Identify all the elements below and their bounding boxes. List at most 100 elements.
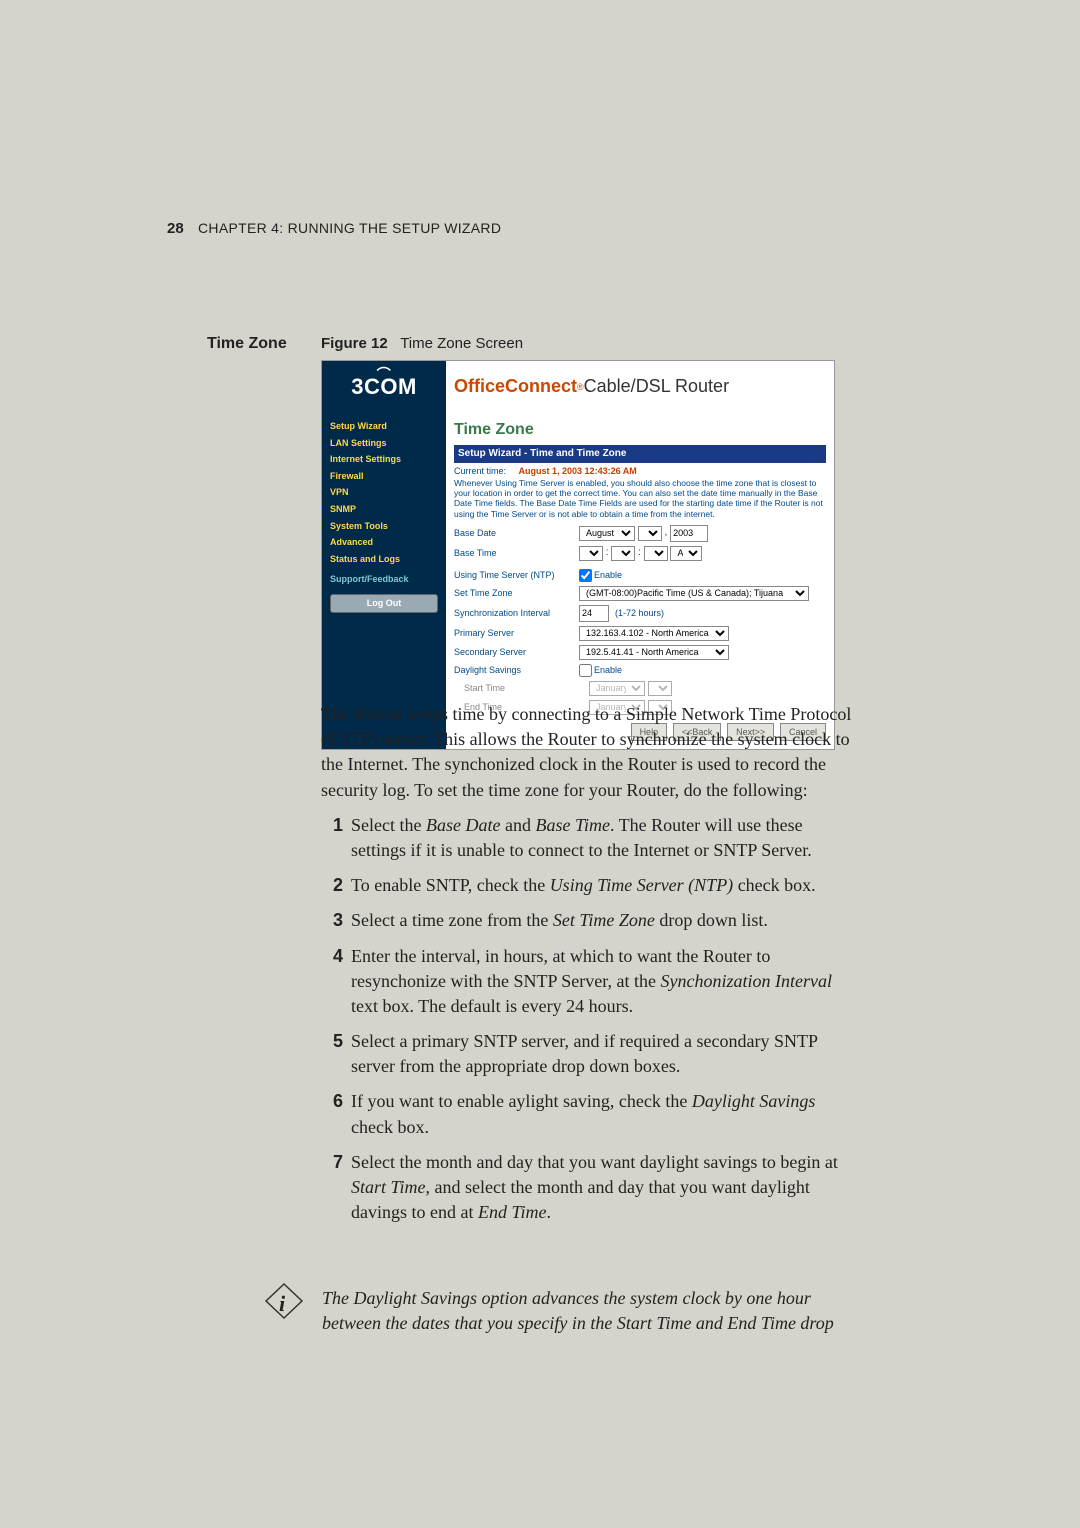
screenshot-header: ⌒ 3COM OfficeConnect® Cable/DSL Router xyxy=(322,361,834,413)
base-date-month-select[interactable]: August xyxy=(579,526,635,541)
dst-row: Daylight Savings Enable xyxy=(454,662,826,679)
step-3-number: 3 xyxy=(321,908,351,933)
info-text: Whenever Using Time Server is enabled, y… xyxy=(454,478,826,523)
base-date-year-input[interactable] xyxy=(670,525,708,542)
base-time-label: Base Time xyxy=(454,547,579,560)
dst-start-day-select[interactable]: 1 xyxy=(648,681,672,696)
step-4-text: Enter the interval, in hours, at which t… xyxy=(351,944,861,1020)
screenshot-figure: ⌒ 3COM OfficeConnect® Cable/DSL Router S… xyxy=(321,360,835,750)
info-icon: i xyxy=(262,1286,302,1317)
sidebar-item-internet-settings[interactable]: Internet Settings xyxy=(322,451,446,468)
step-6: 6 If you want to enable aylight saving, … xyxy=(321,1089,861,1139)
dst-start-row: Start Time January 1 xyxy=(454,679,826,698)
intro-paragraph: The Router keeps time by connecting to a… xyxy=(321,702,861,803)
step-4-number: 4 xyxy=(321,944,351,1020)
base-time-h-select[interactable]: 12 xyxy=(579,546,603,561)
dst-enable-checkbox[interactable] xyxy=(579,664,592,677)
sidebar-nav: Setup Wizard LAN Settings Internet Setti… xyxy=(322,413,446,749)
step-5-text: Select a primary SNTP server, and if req… xyxy=(351,1029,861,1079)
swoosh-icon: ⌒ xyxy=(377,365,392,385)
info-note-text: The Daylight Savings option advances the… xyxy=(302,1286,862,1336)
sync-row: Synchronization Interval (1-72 hours) xyxy=(454,603,826,624)
timezone-row: Set Time Zone (GMT-08:00)Pacific Time (U… xyxy=(454,584,826,603)
figure-label: Figure 12 xyxy=(321,335,388,352)
timezone-select[interactable]: (GMT-08:00)Pacific Time (US & Canada); T… xyxy=(579,586,809,601)
comma: , xyxy=(662,526,670,540)
colon2: : xyxy=(635,546,643,560)
logo-3com: ⌒ 3COM xyxy=(322,361,446,413)
step-5-number: 5 xyxy=(321,1029,351,1079)
dst-label: Daylight Savings xyxy=(454,664,579,677)
step-2: 2 To enable SNTP, check the Using Time S… xyxy=(321,873,861,898)
info-note-block: i The Daylight Savings option advances t… xyxy=(262,1286,862,1336)
logout-button[interactable]: Log Out xyxy=(330,594,438,613)
main-panel: Time Zone Setup Wizard - Time and Time Z… xyxy=(446,413,834,749)
sidebar-item-setup-wizard[interactable]: Setup Wizard xyxy=(322,418,446,435)
sidebar-item-advanced[interactable]: Advanced xyxy=(322,534,446,551)
step-6-number: 6 xyxy=(321,1089,351,1139)
current-time-label: Current time: xyxy=(454,466,506,476)
timezone-label: Set Time Zone xyxy=(454,587,579,600)
step-3-text: Select a time zone from the Set Time Zon… xyxy=(351,908,861,933)
sync-hint: (1-72 hours) xyxy=(609,607,664,620)
step-7-number: 7 xyxy=(321,1150,351,1226)
sidebar-item-snmp[interactable]: SNMP xyxy=(322,501,446,518)
base-date-row: Base Date August 1 , xyxy=(454,523,826,544)
colon1: : xyxy=(603,546,611,560)
brand-bold: OfficeConnect xyxy=(454,374,577,399)
step-5: 5 Select a primary SNTP server, and if r… xyxy=(321,1029,861,1079)
brand-title: OfficeConnect® Cable/DSL Router xyxy=(446,361,834,413)
figure-title-text: Time Zone Screen xyxy=(400,335,523,352)
brand-reg: ® xyxy=(577,381,584,394)
wizard-step-bar: Setup Wizard - Time and Time Zone xyxy=(454,445,826,463)
secondary-server-label: Secondary Server xyxy=(454,646,579,659)
base-time-m-select[interactable]: 00 xyxy=(611,546,635,561)
dst-enable-text: Enable xyxy=(592,664,622,677)
sidebar-item-system-tools[interactable]: System Tools xyxy=(322,518,446,535)
secondary-server-row: Secondary Server 192.5.41.41 - North Ame… xyxy=(454,643,826,662)
current-time-row: Current time: August 1, 2003 12:43:26 AM xyxy=(454,463,826,478)
base-time-row: Base Time 12 : 00 : 00 AM xyxy=(454,544,826,563)
ntp-label: Using Time Server (NTP) xyxy=(454,569,579,582)
sync-label: Synchronization Interval xyxy=(454,607,579,620)
step-3: 3 Select a time zone from the Set Time Z… xyxy=(321,908,861,933)
primary-server-label: Primary Server xyxy=(454,627,579,640)
body-text: The Router keeps time by connecting to a… xyxy=(321,702,861,1225)
panel-title: Time Zone xyxy=(454,419,826,441)
screenshot-body: Setup Wizard LAN Settings Internet Setti… xyxy=(322,413,834,749)
figure-title xyxy=(392,335,400,352)
brand-rest: Cable/DSL Router xyxy=(584,374,729,399)
chapter-header-text: CHAPTER 4: RUNNING THE SETUP WIZARD xyxy=(198,220,501,236)
sidebar-item-firewall[interactable]: Firewall xyxy=(322,468,446,485)
base-time-s-select[interactable]: 00 xyxy=(644,546,668,561)
step-2-number: 2 xyxy=(321,873,351,898)
step-6-text: If you want to enable aylight saving, ch… xyxy=(351,1089,861,1139)
sync-interval-input[interactable] xyxy=(579,605,609,622)
step-2-text: To enable SNTP, check the Using Time Ser… xyxy=(351,873,861,898)
dst-start-label: Start Time xyxy=(454,682,589,695)
step-7: 7 Select the month and day that you want… xyxy=(321,1150,861,1226)
primary-server-row: Primary Server 132.163.4.102 - North Ame… xyxy=(454,624,826,643)
ntp-enable-checkbox[interactable] xyxy=(579,569,592,582)
primary-server-select[interactable]: 132.163.4.102 - North America xyxy=(579,626,729,641)
step-1: 1 Select the Base Date and Base Time. Th… xyxy=(321,813,861,863)
step-1-text: Select the Base Date and Base Time. The … xyxy=(351,813,861,863)
ntp-enable-text: Enable xyxy=(592,569,622,582)
section-title: Time Zone xyxy=(207,333,287,355)
step-7-text: Select the month and day that you want d… xyxy=(351,1150,861,1226)
step-4: 4 Enter the interval, in hours, at which… xyxy=(321,944,861,1020)
base-date-label: Base Date xyxy=(454,527,579,540)
ntp-row: Using Time Server (NTP) Enable xyxy=(454,563,826,584)
sidebar-item-support-feedback[interactable]: Support/Feedback xyxy=(322,567,446,588)
sidebar-item-vpn[interactable]: VPN xyxy=(322,484,446,501)
secondary-server-select[interactable]: 192.5.41.41 - North America xyxy=(579,645,729,660)
base-time-ampm-select[interactable]: AM xyxy=(670,546,702,561)
page-number: 28 xyxy=(167,218,184,239)
figure-caption: Figure 12 Time Zone Screen xyxy=(321,333,523,354)
sidebar-item-lan-settings[interactable]: LAN Settings xyxy=(322,435,446,452)
sidebar-item-status-logs[interactable]: Status and Logs xyxy=(322,551,446,568)
step-1-number: 1 xyxy=(321,813,351,863)
chapter-header: CHAPTER 4: RUNNING THE SETUP WIZARD xyxy=(198,219,501,239)
dst-start-month-select[interactable]: January xyxy=(589,681,645,696)
base-date-day-select[interactable]: 1 xyxy=(638,526,662,541)
